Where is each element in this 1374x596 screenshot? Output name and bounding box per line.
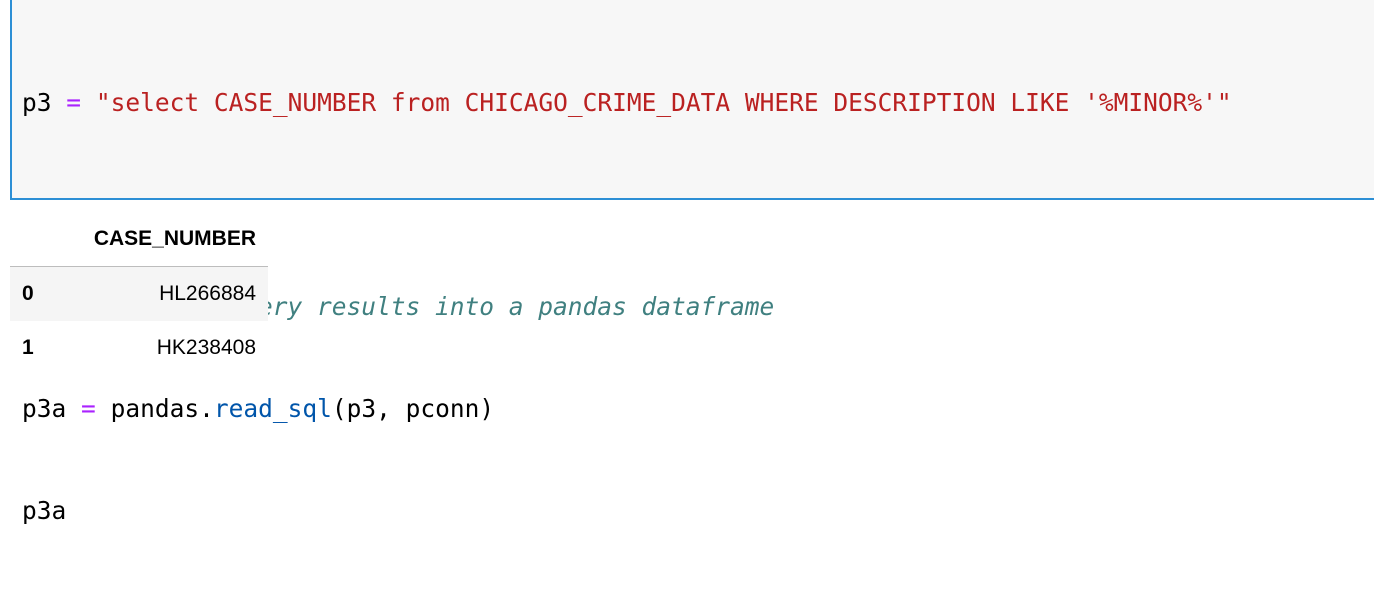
code-cell[interactable]: p3 = "select CASE_NUMBER from CHICAGO_CR…: [10, 0, 1374, 525]
code-var: p3a: [22, 394, 67, 423]
sql-string: "select CASE_NUMBER from CHICAGO_CRIME_D…: [95, 88, 1232, 117]
code-line-4: p3a = pandas.read_sql(p3, pconn): [22, 392, 1232, 426]
table-row: 1 HK238408: [10, 321, 268, 375]
table-header-row: CASE_NUMBER: [10, 212, 268, 267]
index-header: [10, 212, 64, 267]
dataframe-table: CASE_NUMBER 0 HL266884 1 HK238408: [10, 212, 268, 375]
table-row: 0 HL266884: [10, 266, 268, 321]
assign-operator: =: [81, 394, 96, 423]
code-var: p3: [22, 88, 52, 117]
row-index: 0: [22, 282, 34, 305]
cell-output: CASE_NUMBER 0 HL266884 1 HK238408: [10, 212, 268, 375]
assign-operator: =: [66, 88, 82, 117]
column-header-case-number: CASE_NUMBER: [64, 212, 268, 267]
row-index: 1: [22, 336, 34, 359]
function-name: read_sql: [213, 394, 332, 423]
function-args: (p3, pconn): [331, 394, 495, 423]
code-line-5: p3a: [22, 496, 67, 525]
case-number-cell: HK238408: [156, 336, 256, 359]
code-line-1: p3 = "select CASE_NUMBER from CHICAGO_CR…: [22, 86, 1232, 120]
module-name: pandas.: [110, 394, 214, 423]
case-number-cell: HL266884: [159, 282, 256, 305]
